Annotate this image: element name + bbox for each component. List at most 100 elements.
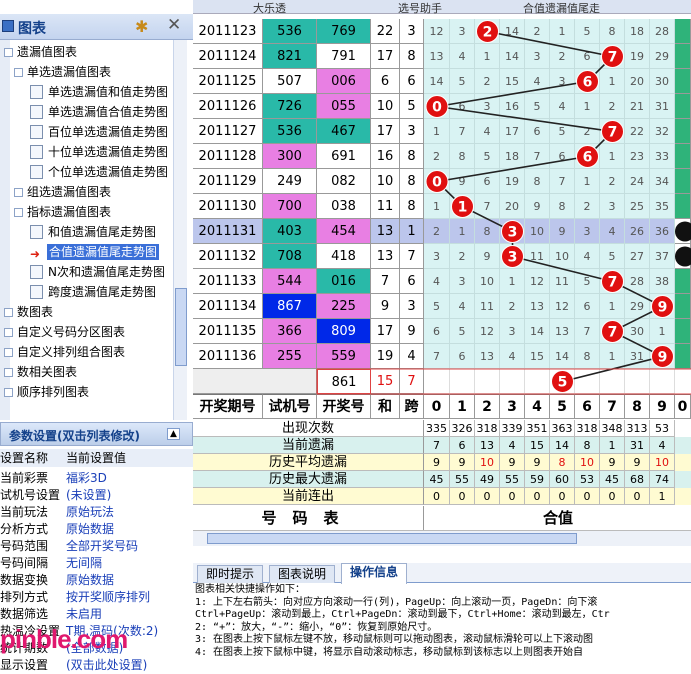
scrollbar-thumb[interactable] bbox=[175, 288, 187, 366]
info-tabs: 即时提示 图表说明 操作信息 bbox=[193, 563, 691, 584]
stats-value: 326 bbox=[450, 420, 475, 437]
param-value[interactable]: 原始玩法 bbox=[66, 503, 114, 521]
hit-ball: 9 bbox=[651, 295, 674, 318]
stats-value: 351 bbox=[525, 420, 550, 437]
stats-value: 0 bbox=[525, 488, 550, 505]
stats-value: 14 bbox=[550, 437, 575, 454]
tree-item-label: 百位单选遗漏值走势图 bbox=[48, 125, 169, 139]
tree-item[interactable]: 数相关图表 bbox=[4, 362, 77, 382]
tab-2[interactable]: 操作信息 bbox=[341, 563, 408, 584]
expand-icon[interactable] bbox=[4, 48, 13, 57]
tab-1[interactable]: 图表说明 bbox=[269, 565, 336, 583]
param-row[interactable]: 当前彩票 福彩3D bbox=[0, 469, 193, 487]
tree-item-label: 数图表 bbox=[17, 305, 54, 319]
tree-item[interactable]: 自定义号码分区图表 bbox=[4, 322, 125, 342]
svg-text:7: 7 bbox=[608, 325, 618, 341]
expand-icon[interactable] bbox=[14, 188, 23, 197]
expand-icon[interactable] bbox=[4, 348, 13, 357]
stats-value: 8 bbox=[575, 437, 600, 454]
tree-item[interactable]: 遗漏值图表 bbox=[4, 42, 77, 62]
param-value[interactable]: 原始数据 bbox=[66, 571, 114, 589]
param-name: 数据变换 bbox=[0, 573, 49, 587]
top-tab-1[interactable]: 选号助手 bbox=[398, 0, 442, 16]
param-name: 排列方式 bbox=[0, 590, 49, 604]
stats-value: 55 bbox=[500, 471, 525, 488]
param-row[interactable]: 数据变换 原始数据 bbox=[0, 571, 193, 589]
expand-icon[interactable] bbox=[4, 368, 13, 377]
tree-item[interactable]: 百位单选遗漏值走势图 bbox=[30, 122, 168, 142]
svg-text:5: 5 bbox=[558, 375, 568, 391]
param-row[interactable]: 显示设置 (双击此处设置) bbox=[0, 656, 193, 674]
top-tab-0[interactable]: 大乐透 bbox=[253, 0, 286, 16]
trend-table[interactable]: 2011123 536 769 22 3 12 3 14 2 1 5 8 18 28 2011124 821 7… bbox=[193, 18, 691, 419]
stats-label: 历史平均遗漏 bbox=[193, 454, 424, 471]
param-row[interactable]: 号码间隔 无间隔 bbox=[0, 554, 193, 572]
tree-item[interactable]: ➜ 合值遗漏值尾走势图 bbox=[30, 242, 160, 262]
tree-item[interactable]: N次和遗漏值尾走势图 bbox=[30, 262, 165, 282]
tree-item[interactable]: 个位单选遗漏值走势图 bbox=[30, 162, 168, 182]
tree-item[interactable]: 顺序排列图表 bbox=[4, 382, 89, 402]
svg-text:1: 1 bbox=[458, 200, 468, 216]
tree-item[interactable]: 单选遗漏值图表 bbox=[14, 62, 111, 82]
hit-ball: 7 bbox=[601, 45, 624, 68]
stats-value: 0 bbox=[475, 488, 500, 505]
gear-icon[interactable]: ✱ bbox=[135, 17, 148, 36]
stats-value: 0 bbox=[625, 488, 650, 505]
stats-value: 45 bbox=[424, 471, 450, 488]
param-value[interactable]: 按开奖顺序排列 bbox=[66, 588, 150, 606]
param-name: 分析方式 bbox=[0, 522, 49, 536]
watermark-logo: pinble.com bbox=[0, 624, 128, 654]
tree-item-label: 单选遗漏值和值走势图 bbox=[48, 85, 169, 99]
expand-icon[interactable] bbox=[14, 208, 23, 217]
close-icon[interactable]: ✕ bbox=[167, 15, 181, 35]
svg-text:7: 7 bbox=[608, 50, 618, 66]
tree-scrollbar[interactable] bbox=[173, 40, 187, 420]
hit-ball: 7 bbox=[601, 320, 624, 343]
svg-text:0: 0 bbox=[432, 100, 442, 116]
param-value[interactable]: 全部开奖号码 bbox=[66, 537, 138, 555]
tree-item[interactable]: 自定义排列组合图表 bbox=[4, 342, 125, 362]
stats-label: 历史最大遗漏 bbox=[193, 471, 424, 488]
param-row[interactable]: 试机号设置 (未设置) bbox=[0, 486, 193, 504]
stats-value: 348 bbox=[600, 420, 625, 437]
param-row[interactable]: 当前玩法 原始玩法 bbox=[0, 503, 193, 521]
param-value[interactable]: 无间隔 bbox=[66, 554, 102, 572]
tree-item[interactable]: 跨度遗漏值尾走势图 bbox=[30, 282, 156, 302]
scrollbar-thumb[interactable] bbox=[207, 533, 577, 544]
param-value[interactable]: 未启用 bbox=[66, 605, 102, 623]
param-row[interactable]: 分析方式 原始数据 bbox=[0, 520, 193, 538]
tree-item[interactable]: 单选遗漏值和值走势图 bbox=[30, 82, 168, 102]
expand-icon[interactable] bbox=[4, 308, 13, 317]
tree-item-label: 遗漏值图表 bbox=[17, 45, 78, 59]
collapse-icon[interactable]: ▲ bbox=[167, 428, 180, 440]
stats-value: 10 bbox=[575, 454, 600, 471]
param-value: 当前设置值 bbox=[66, 451, 127, 465]
svg-text:3: 3 bbox=[508, 250, 518, 266]
param-value[interactable]: 原始数据 bbox=[66, 520, 114, 538]
document-icon bbox=[30, 105, 43, 119]
tree-item[interactable]: 十位单选遗漏值走势图 bbox=[30, 142, 168, 162]
expand-icon[interactable] bbox=[14, 68, 23, 77]
param-value[interactable]: (双击此处设置) bbox=[66, 656, 147, 674]
param-value[interactable]: (未设置) bbox=[66, 486, 111, 504]
horizontal-scrollbar[interactable] bbox=[193, 530, 691, 546]
tree-item[interactable]: 指标遗漏值图表 bbox=[14, 202, 111, 222]
tree-item-label: 数相关图表 bbox=[17, 365, 78, 379]
svg-text:7: 7 bbox=[608, 125, 618, 141]
tree-item[interactable]: 组选遗漏值图表 bbox=[14, 182, 111, 202]
top-tab-2[interactable]: 合值遗漏值尾走 bbox=[523, 0, 600, 16]
param-value[interactable]: 福彩3D bbox=[66, 469, 107, 487]
predict-outline bbox=[316, 368, 691, 395]
tab-0[interactable]: 即时提示 bbox=[197, 565, 264, 583]
param-row[interactable]: 数据筛选 未启用 bbox=[0, 605, 193, 623]
hit-ball: 6 bbox=[576, 145, 599, 168]
tree-item[interactable]: 和值遗漏值尾走势图 bbox=[30, 222, 156, 242]
tree-item[interactable]: 单选遗漏值合值走势图 bbox=[30, 102, 168, 122]
param-row[interactable]: 排列方式 按开奖顺序排列 bbox=[0, 588, 193, 606]
tree-item[interactable]: 数图表 bbox=[4, 302, 53, 322]
expand-icon[interactable] bbox=[4, 328, 13, 337]
param-row[interactable]: 号码范围 全部开奖号码 bbox=[0, 537, 193, 555]
tree-item-label: 跨度遗漏值尾走势图 bbox=[48, 285, 157, 299]
expand-icon[interactable] bbox=[4, 388, 13, 397]
help-line: Ctrl+PageUp：滚动到最上，Ctrl+PageDn：滚动到最下，Ctrl… bbox=[195, 609, 610, 620]
